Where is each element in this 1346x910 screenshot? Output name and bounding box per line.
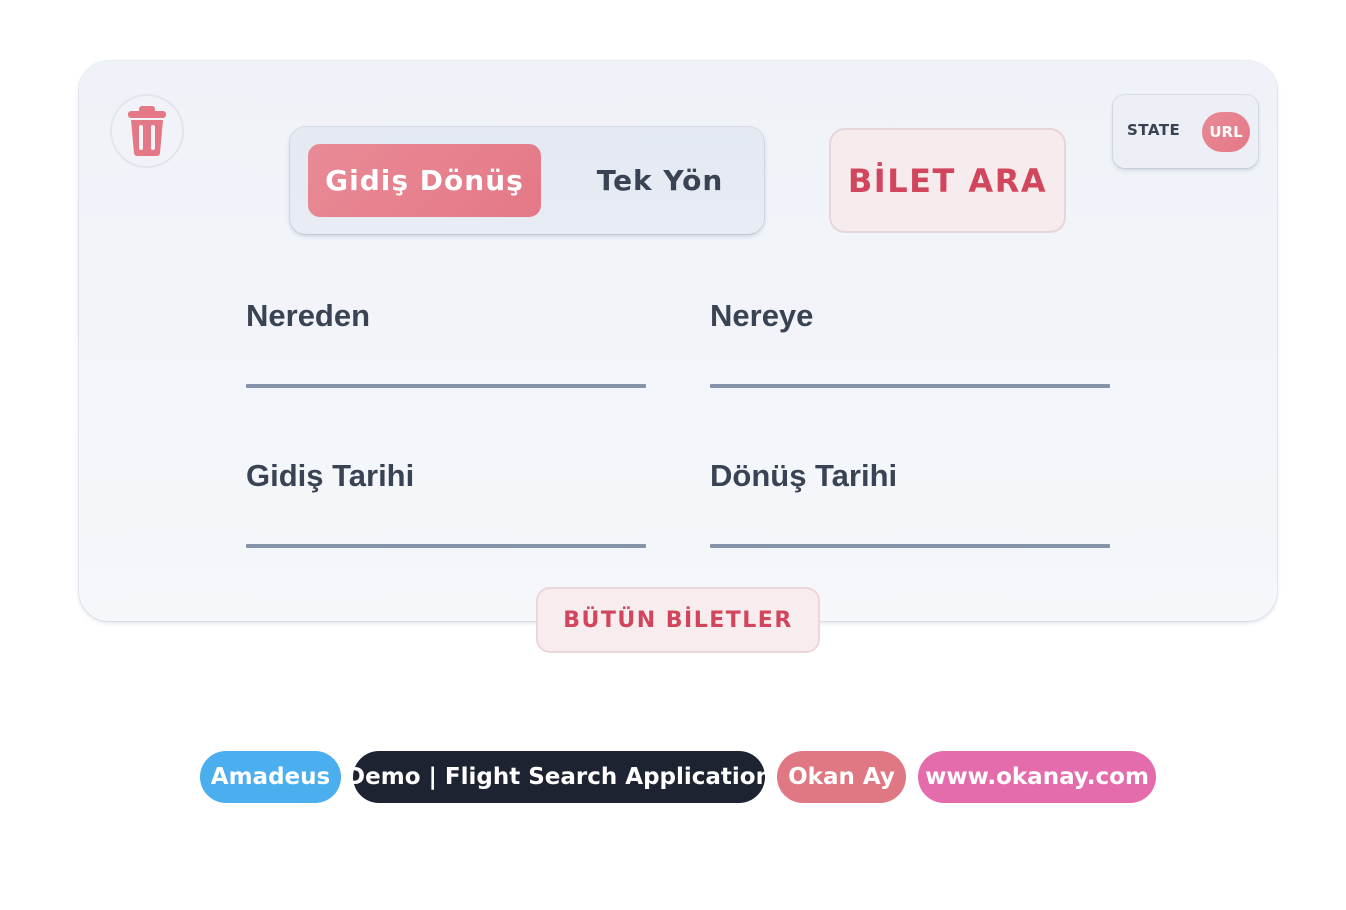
search-tickets-button[interactable]: BİLET ARA (831, 130, 1064, 231)
url-option[interactable]: URL (1202, 112, 1250, 152)
app-title-badge: Demo | Flight Search Application (346, 751, 772, 803)
footer-badges: Amadeus Demo | Flight Search Application… (0, 751, 1346, 803)
to-label: Nereye (710, 298, 814, 333)
departure-date-label: Gidiş Tarihi (246, 458, 415, 493)
return-date-label: Dönüş Tarihi (710, 458, 898, 493)
round-trip-option[interactable]: Gidiş Dönüş (308, 144, 541, 217)
state-url-switch: STATE URL (1113, 95, 1258, 168)
to-field[interactable]: Nereye (710, 298, 1110, 388)
departure-date-field[interactable]: Gidiş Tarihi (246, 458, 646, 548)
from-underline (246, 384, 646, 388)
state-option[interactable]: STATE (1127, 121, 1180, 139)
to-underline (710, 384, 1110, 388)
from-field[interactable]: Nereden (246, 298, 646, 388)
clear-button[interactable] (112, 96, 182, 166)
one-way-option[interactable]: Tek Yön (542, 144, 778, 217)
amadeus-badge: Amadeus (200, 751, 341, 803)
author-badge: Okan Ay (777, 751, 906, 803)
departure-date-underline (246, 544, 646, 548)
return-date-field[interactable]: Dönüş Tarihi (710, 458, 1110, 548)
trash-icon (128, 106, 166, 156)
all-tickets-button[interactable]: BÜTÜN BİLETLER (538, 589, 818, 651)
return-date-underline (710, 544, 1110, 548)
website-badge[interactable]: www.okanay.com (918, 751, 1156, 803)
trip-type-toggle: Gidiş Dönüş Tek Yön (290, 127, 764, 234)
from-label: Nereden (246, 298, 371, 333)
